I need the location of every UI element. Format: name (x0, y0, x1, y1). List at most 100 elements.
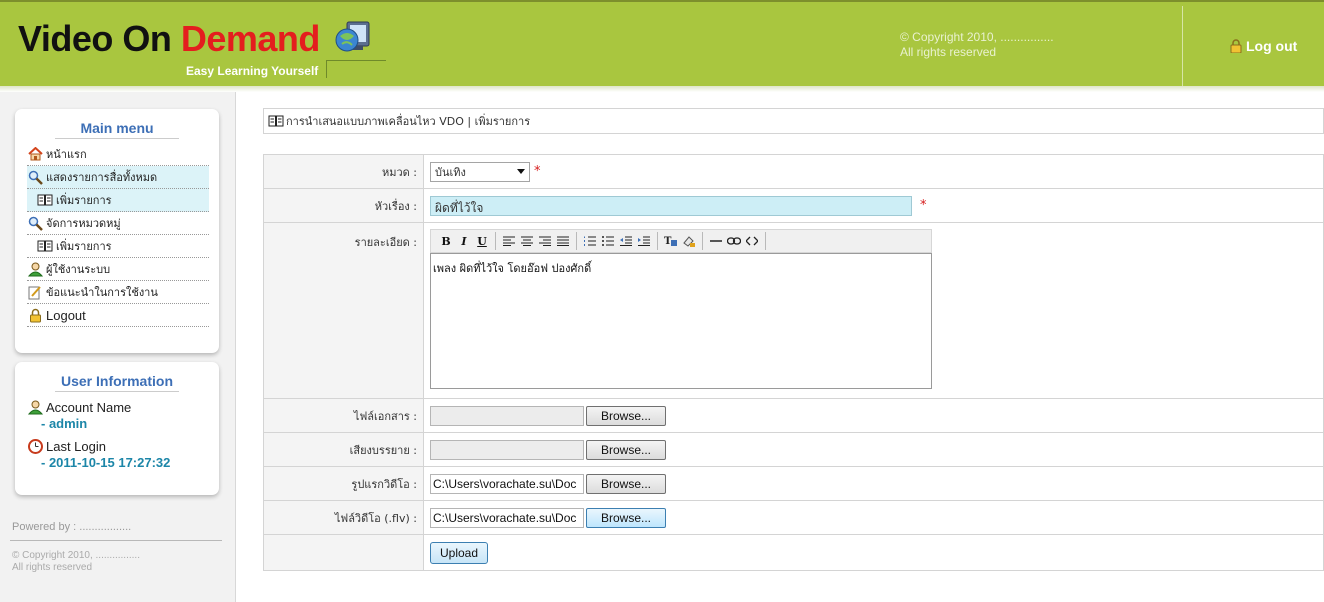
book-icon (37, 238, 53, 254)
thumbnail-label: รูปแรกวิดีโอ : (263, 466, 424, 501)
menu-item-label: ผู้ใช้งานระบบ (46, 263, 111, 276)
header-logout-label: Log out (1246, 38, 1298, 54)
header-copyright-line1: © Copyright 2010, ................ (900, 30, 1054, 44)
last-login-label: Last Login (46, 438, 106, 454)
tagline-underline (326, 60, 386, 61)
sidebar-footer-divider (10, 540, 222, 541)
video-file-browse-button[interactable]: Browse... (586, 507, 666, 528)
html-source-icon[interactable] (743, 232, 761, 250)
highlight-color-icon[interactable] (680, 232, 698, 250)
home-icon (27, 146, 43, 162)
audio-file-browse-button[interactable]: Browse... (586, 439, 666, 460)
detail-editor-area[interactable]: เพลง ผิดที่ไว้ใจ โดยอ๊อฟ ปองศักดิ์ (430, 253, 932, 389)
toolbar-separator (702, 232, 703, 250)
magnifier-icon (27, 215, 43, 231)
video-monitor-icon (335, 21, 370, 52)
text-style-icon[interactable]: T (662, 232, 680, 250)
menu-item-label: แสดงรายการสื่อทั้งหมด (46, 171, 158, 184)
toolbar-separator (576, 232, 577, 250)
align-right-icon[interactable] (536, 232, 554, 250)
menu-item-add-media[interactable]: เพิ่มรายการ (27, 189, 209, 212)
header-copyright-line2: All rights reserved (900, 45, 997, 59)
menu-item-user-guide[interactable]: ข้อแนะนำในการใช้งาน (27, 281, 209, 304)
user-icon (27, 261, 43, 277)
edit-icon (27, 284, 43, 300)
menu-item-show-all-media[interactable]: แสดงรายการสื่อทั้งหมด (27, 166, 209, 189)
lock-icon (27, 307, 43, 323)
breadcrumb-text: การนำเสนอแบบภาพเคลื่อนไหว VDO | เพิ่มราย… (286, 115, 531, 128)
header-copyright: © Copyright 2010, ................ All r… (900, 30, 1054, 60)
empty-label-cell (263, 534, 424, 571)
underline-icon[interactable]: U (473, 232, 491, 250)
user-info-box: User Information Account Name - admin La… (15, 362, 219, 495)
indent-icon[interactable] (635, 232, 653, 250)
menu-item-label: เพิ่มรายการ (56, 240, 112, 253)
header-logout-link[interactable]: Log out (1230, 38, 1297, 54)
thumbnail-file-input[interactable]: C:\Users\vorachate.su\Doc (430, 473, 584, 494)
main-menu-box: Main menu หน้าแรก แสดงรายการสื่อทั้งหมด … (15, 109, 219, 353)
menu-item-home[interactable]: หน้าแรก (27, 143, 209, 166)
tagline-divider (326, 60, 327, 78)
clock-icon (27, 438, 43, 454)
menu-item-manage-categories[interactable]: จัดการหมวดหมู่ (27, 212, 209, 235)
book-icon (37, 192, 53, 208)
sidebar-copyright: © Copyright 2010, ................ All r… (12, 550, 140, 574)
link-icon[interactable] (725, 232, 743, 250)
header: Video On Demand Easy Learning Yourself ©… (0, 0, 1324, 86)
logo-text-video-on: Video On (18, 18, 181, 59)
user-info-title: User Information (60, 373, 173, 389)
logo-text-demand: Demand (180, 18, 321, 59)
lock-icon (1230, 39, 1242, 53)
menu-item-system-users[interactable]: ผู้ใช้งานระบบ (27, 258, 209, 281)
site-logo[interactable]: Video On Demand (18, 18, 320, 60)
required-mark: * (920, 198, 927, 213)
svg-text:T: T (664, 236, 672, 247)
video-file-input[interactable]: C:\Users\vorachate.su\Doc (430, 507, 584, 528)
align-justify-icon[interactable] (554, 232, 572, 250)
main-menu-title: Main menu (80, 120, 154, 136)
category-select[interactable]: บันเทิง (430, 161, 530, 182)
menu-item-logout[interactable]: Logout (27, 304, 209, 327)
align-left-icon[interactable] (500, 232, 518, 250)
horizontal-rule-icon[interactable] (707, 232, 725, 250)
doc-file-input[interactable] (430, 405, 584, 426)
dropdown-arrow-icon (517, 169, 525, 174)
site-tagline: Easy Learning Yourself (186, 64, 319, 78)
doc-file-label: ไฟล์เอกสาร : (263, 398, 424, 433)
user-info-title-divider (55, 391, 179, 392)
title-label: หัวเรื่อง : (263, 188, 424, 223)
menu-item-add-category[interactable]: เพิ่มรายการ (27, 235, 209, 258)
main-menu-list: หน้าแรก แสดงรายการสื่อทั้งหมด เพิ่มรายกา… (15, 139, 219, 327)
toolbar-separator (765, 232, 766, 250)
toolbar-separator (495, 232, 496, 250)
title-input[interactable]: ผิดที่ไว้ใจ (430, 195, 912, 216)
unordered-list-icon[interactable] (599, 232, 617, 250)
sidebar: Main menu หน้าแรก แสดงรายการสื่อทั้งหมด … (0, 92, 236, 602)
outdent-icon[interactable] (617, 232, 635, 250)
menu-item-label: จัดการหมวดหมู่ (46, 217, 121, 230)
upload-button[interactable]: Upload (430, 541, 488, 564)
category-select-value: บันเทิง (435, 165, 466, 179)
account-name-value: - admin (41, 416, 88, 431)
align-center-icon[interactable] (518, 232, 536, 250)
breadcrumb: การนำเสนอแบบภาพเคลื่อนไหว VDO | เพิ่มราย… (263, 108, 1324, 134)
ordered-list-icon[interactable] (581, 232, 599, 250)
doc-file-browse-button[interactable]: Browse... (586, 405, 666, 426)
sidebar-copyright-line2: All rights reserved (12, 562, 93, 573)
bold-icon[interactable]: B (437, 232, 455, 250)
book-icon (268, 115, 284, 127)
italic-icon[interactable]: I (455, 232, 473, 250)
menu-item-label: ข้อแนะนำในการใช้งาน (46, 286, 158, 299)
audio-file-input[interactable] (430, 439, 584, 460)
menu-item-label: เพิ่มรายการ (56, 194, 112, 207)
menu-item-label: หน้าแรก (46, 148, 87, 161)
editor-toolbar: B I U T (430, 229, 932, 253)
required-mark: * (534, 164, 541, 179)
toolbar-separator (657, 232, 658, 250)
header-divider (1182, 6, 1183, 86)
add-media-form: หมวด : บันเทิง * หัวเรื่อง : ผิดที่ไว้ใจ… (263, 154, 1324, 571)
thumbnail-browse-button[interactable]: Browse... (586, 473, 666, 494)
sidebar-copyright-line1: © Copyright 2010, ................ (12, 550, 140, 561)
user-icon (27, 399, 43, 415)
detail-label: รายละเอียด : (263, 222, 424, 399)
